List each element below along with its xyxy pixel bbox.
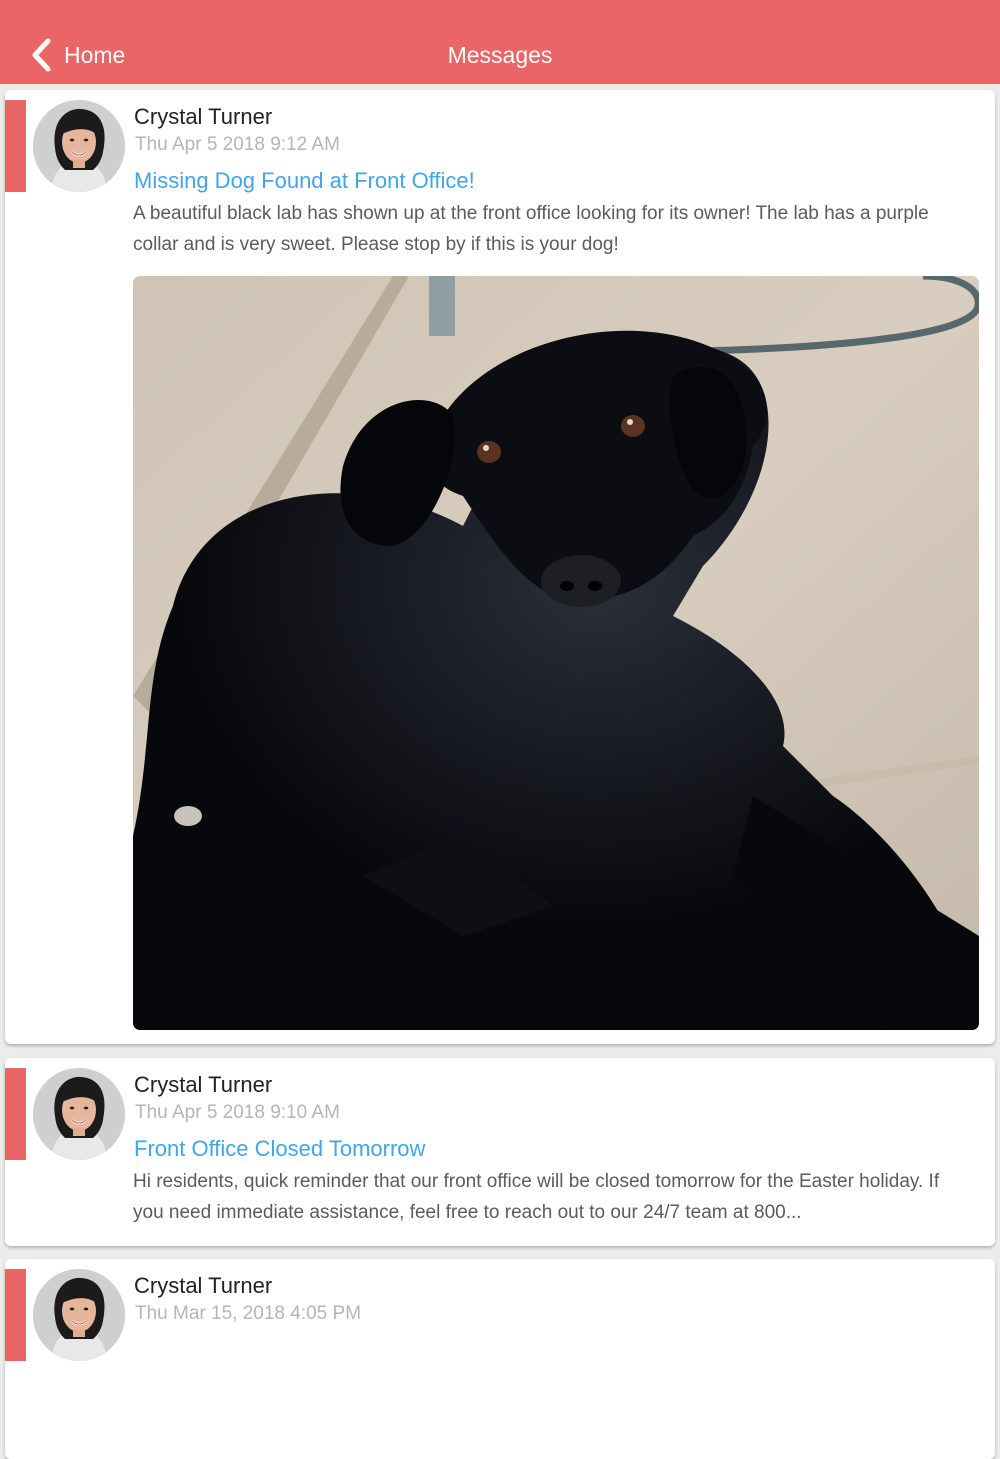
- message-subject[interactable]: Missing Dog Found at Front Office!: [134, 168, 475, 194]
- message-card[interactable]: Crystal Turner Thu Apr 5 2018 9:10 AM Fr…: [5, 1058, 995, 1246]
- message-card[interactable]: Crystal Turner Thu Mar 15, 2018 4:05 PM: [5, 1259, 995, 1459]
- message-body: A beautiful black lab has shown up at th…: [133, 203, 929, 255]
- dog-photo[interactable]: [133, 276, 979, 1030]
- unread-indicator: [5, 100, 26, 192]
- unread-indicator: [5, 1068, 26, 1160]
- message-date: Thu Apr 5 2018 9:12 AM: [135, 134, 340, 155]
- avatar: [33, 1269, 125, 1361]
- page-title: Messages: [447, 42, 553, 68]
- avatar: [33, 100, 125, 192]
- author-name: Crystal Turner: [134, 104, 273, 129]
- author-name: Crystal Turner: [134, 1072, 273, 1097]
- message-date: Thu Mar 15, 2018 4:05 PM: [135, 1303, 362, 1324]
- message-body: Hi residents, quick reminder that our fr…: [133, 1171, 940, 1223]
- author-name: Crystal Turner: [134, 1273, 273, 1298]
- avatar: [33, 1068, 125, 1160]
- message-date: Thu Apr 5 2018 9:10 AM: [135, 1102, 340, 1123]
- message-card[interactable]: Crystal Turner Thu Apr 5 2018 9:12 AM Mi…: [5, 90, 995, 1044]
- app-header: Home Messages: [0, 0, 1000, 84]
- message-subject[interactable]: Front Office Closed Tomorrow: [134, 1136, 425, 1162]
- unread-indicator: [5, 1269, 26, 1361]
